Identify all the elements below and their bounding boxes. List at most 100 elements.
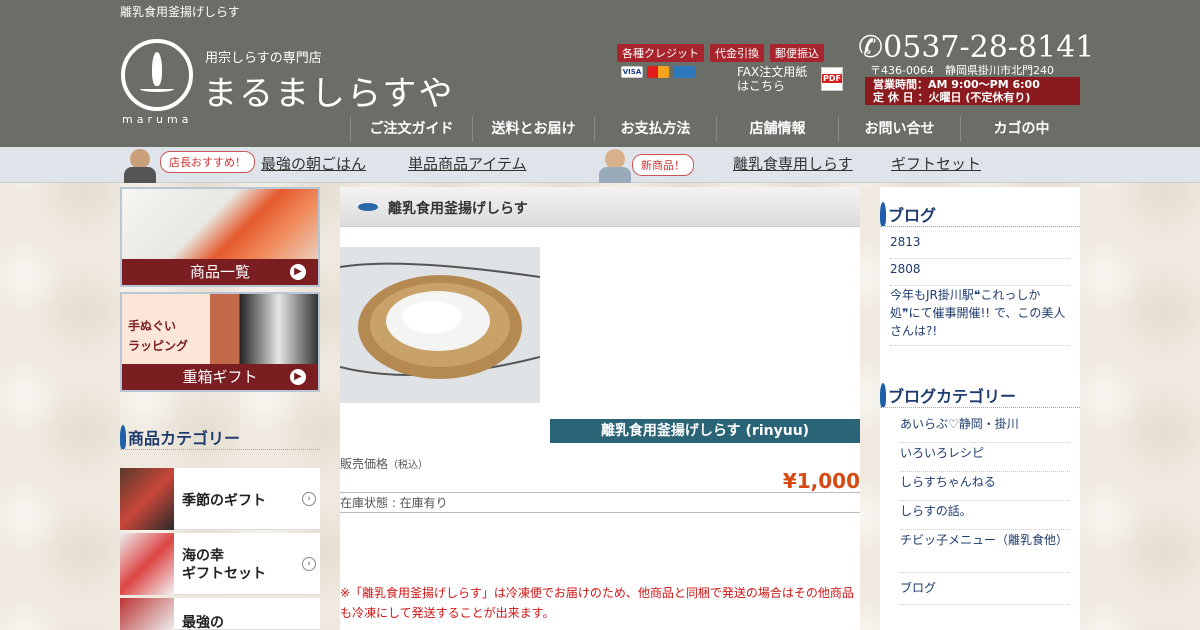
nav-cart[interactable]: カゴの中 — [960, 116, 1082, 142]
banner-product-list-label: 商品一覧 ▶ — [122, 259, 318, 285]
business-hours: 営業時間：AM 9:00〜PM 6:00 定 休 日 ：火曜日 (不定休有り) — [865, 77, 1080, 105]
card-icons: VISA — [621, 66, 695, 78]
pdf-icon[interactable]: PDF — [821, 67, 843, 91]
banner-gift-overlay-line2: ラッピング — [128, 339, 189, 353]
banner-gift-overlay: 手ぬぐい ラッピング — [128, 316, 188, 356]
price-label: 販売価格（税込） — [340, 455, 428, 472]
visa-icon: VISA — [621, 66, 643, 78]
category-label: 季節のギフト — [182, 493, 266, 509]
category-label-line1: 海の幸 — [182, 548, 224, 564]
blog-category-item[interactable]: ブログ — [900, 579, 1070, 605]
blog-category-item[interactable]: しらすちゃんねる — [900, 473, 1070, 501]
chevron-right-icon: › — [302, 557, 316, 571]
category-label-line2: ギフトセット — [182, 566, 266, 582]
subnav-gift-set[interactable]: ギフトセット — [891, 153, 981, 174]
banner-gift-box-label: 重箱ギフト ▶ — [122, 364, 318, 390]
banner-product-list[interactable]: 商品一覧 ▶ — [120, 187, 320, 287]
arrow-right-icon: ▶ — [290, 369, 306, 385]
site-header: 離乳食用釜揚げしらす maruma 用宗しらすの専門店 まるましらすや 各種クレ… — [0, 0, 1200, 147]
new-item-bubble: 新商品！ — [632, 154, 694, 176]
drop-icon — [120, 425, 126, 449]
phone-number-text: 0537-28-8141 — [883, 30, 1095, 65]
category-item-seasonal-gift[interactable]: 季節のギフト › — [120, 468, 320, 530]
blog-category-item[interactable]: あいらぶ♡静岡・掛川 — [900, 415, 1070, 443]
divider — [340, 512, 860, 513]
banner-gift-box[interactable]: 手ぬぐい ラッピング 重箱ギフト ▶ — [120, 292, 320, 392]
shop-address: 〒436-0064 静岡県掛川市北門240 — [870, 64, 1054, 77]
hours-line-1: 営業時間：AM 9:00〜PM 6:00 — [873, 78, 1040, 91]
sub-nav: 店長おすすめ！ 最強の朝ごはん 単品商品アイテム 新商品！ 離乳食専用しらす ギ… — [0, 147, 1200, 183]
product-title-bar: 離乳食用釜揚げしらす — [340, 187, 860, 227]
chevron-right-icon: › — [302, 492, 316, 506]
product-category-title-text: 商品カテゴリー — [128, 429, 241, 448]
right-sidebar: ブログ 2813 2808 今年もJR掛川駅❝これっしか処❞にて催事開催!! で… — [880, 187, 1080, 630]
blog-title: ブログ — [880, 202, 1080, 227]
payment-badge-postal: 郵便振込 — [770, 44, 824, 62]
blog-title-text: ブログ — [888, 206, 937, 225]
category-label: 最強の — [182, 615, 224, 630]
mastercard-icon — [647, 66, 669, 78]
stock-status: 在庫状態 : 在庫有り — [340, 496, 448, 510]
blog-category-title: ブログカテゴリー — [880, 383, 1080, 408]
payment-badge-credit: 各種クレジット — [617, 44, 704, 62]
category-thumbnail — [120, 468, 174, 530]
logo-drop-shape — [152, 52, 162, 86]
header-tagline: 離乳食用釜揚げしらす — [120, 5, 240, 19]
logo-romaji: maruma — [122, 113, 193, 126]
category-thumbnail — [120, 598, 174, 630]
category-item-strongest[interactable]: 最強の — [120, 598, 320, 630]
nav-shipping[interactable]: 送料とお届け — [472, 116, 594, 142]
blog-item[interactable]: 2808 — [890, 260, 1070, 286]
payment-badge-cod: 代金引換 — [710, 44, 764, 62]
blog-item[interactable]: 2813 — [890, 233, 1070, 259]
blog-category-item[interactable]: いろいろレシピ — [900, 444, 1070, 472]
blog-category-title-text: ブログカテゴリー — [888, 387, 1017, 406]
category-label: 海の幸 ギフトセット — [182, 547, 266, 583]
shop-manager-avatar — [120, 147, 160, 183]
shop-name: まるましらすや — [203, 74, 455, 114]
hours-line-2: 定 休 日 ：火曜日 (不定休有り) — [873, 91, 1031, 104]
phone-handset-icon: ✆ — [858, 30, 884, 65]
banner-product-list-text: 商品一覧 — [189, 263, 250, 281]
shop-subtitle: 用宗しらすの専門店 — [205, 51, 322, 66]
blog-item[interactable]: 今年もJR掛川駅❝これっしか処❞にて催事開催!! で、この美人さんは?! — [890, 286, 1070, 346]
recommend-bubble: 店長おすすめ！ — [160, 151, 255, 173]
price-label-text: 販売価格 — [340, 457, 389, 471]
product-price: ¥1,000 — [782, 469, 860, 493]
nav-payment[interactable]: お支払方法 — [594, 116, 716, 142]
banner-gift-overlay-line1: 手ぬぐい — [128, 319, 177, 333]
category-item-seafood-gift[interactable]: 海の幸 ギフトセット › — [120, 533, 320, 595]
product-photo[interactable] — [340, 247, 540, 403]
subnav-breakfast[interactable]: 最強の朝ごはん — [261, 153, 366, 174]
shipping-notice: ※「離乳食用釜揚げしらす」は冷凍便でお届けのため、他商品と同梱で発送の場合はその… — [340, 586, 854, 620]
banner-gift-box-text: 重箱ギフト — [182, 368, 258, 386]
product-category-title: 商品カテゴリー — [120, 425, 320, 450]
payment-badges: 各種クレジット 代金引換 郵便振込 — [617, 44, 824, 62]
nav-store-info[interactable]: 店舗情報 — [716, 116, 838, 142]
fax-label-line1: FAX注文用紙 — [737, 65, 808, 79]
phone-number: ✆0537-28-8141 — [858, 30, 1094, 65]
divider — [340, 492, 860, 493]
product-name-bar: 離乳食用釜揚げしらす (rinyuu) — [550, 419, 860, 443]
main-nav: ご注文ガイド 送料とお届け お支払方法 店舗情報 お問い合せ カゴの中 — [350, 116, 1082, 142]
product-photo-svg — [340, 247, 540, 403]
pdf-icon-text: PDF — [822, 74, 842, 83]
staff-avatar — [595, 147, 635, 183]
nav-order-guide[interactable]: ご注文ガイド — [350, 116, 472, 142]
amex-icon — [673, 66, 695, 78]
product-main: 離乳食用釜揚げしらす 離乳食用釜揚げしらす (rinyuu) 販売価格（税込） … — [340, 187, 860, 630]
arrow-right-icon: ▶ — [290, 264, 306, 280]
blog-category-item[interactable]: チビッ子メニュー（離乳食他） — [900, 531, 1070, 573]
fax-order-link[interactable]: FAX注文用紙 はこちら — [737, 65, 813, 93]
nav-contact[interactable]: お問い合せ — [838, 116, 960, 142]
page-title: 離乳食用釜揚げしらす — [388, 201, 528, 217]
drop-icon — [880, 202, 886, 226]
subnav-baby-food[interactable]: 離乳食専用しらす — [733, 153, 853, 174]
tax-note: （税込） — [388, 460, 429, 471]
blog-category-item[interactable]: しらすの話。 — [900, 502, 1070, 530]
drop-icon — [880, 383, 886, 407]
logo-fin-shape — [140, 86, 174, 92]
category-thumbnail — [120, 533, 174, 595]
subnav-single-items[interactable]: 単品商品アイテム — [408, 153, 527, 174]
fish-icon — [358, 203, 378, 211]
